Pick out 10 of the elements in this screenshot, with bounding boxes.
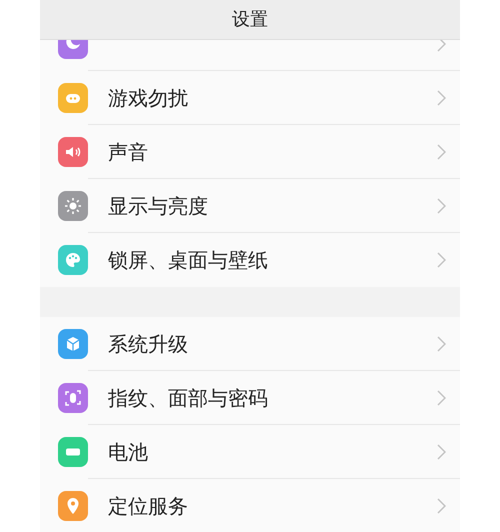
- screen-title: 设置: [232, 8, 268, 32]
- chevron-icon: [437, 444, 446, 460]
- chevron-icon: [437, 144, 446, 160]
- chevron-icon: [437, 198, 446, 214]
- chevron-icon: [437, 40, 446, 52]
- chevron-icon: [437, 390, 446, 406]
- chevron-icon: [437, 90, 446, 106]
- chevron-icon: [437, 498, 446, 514]
- chevron-icon: [437, 336, 446, 352]
- chevron-icon: [437, 252, 446, 268]
